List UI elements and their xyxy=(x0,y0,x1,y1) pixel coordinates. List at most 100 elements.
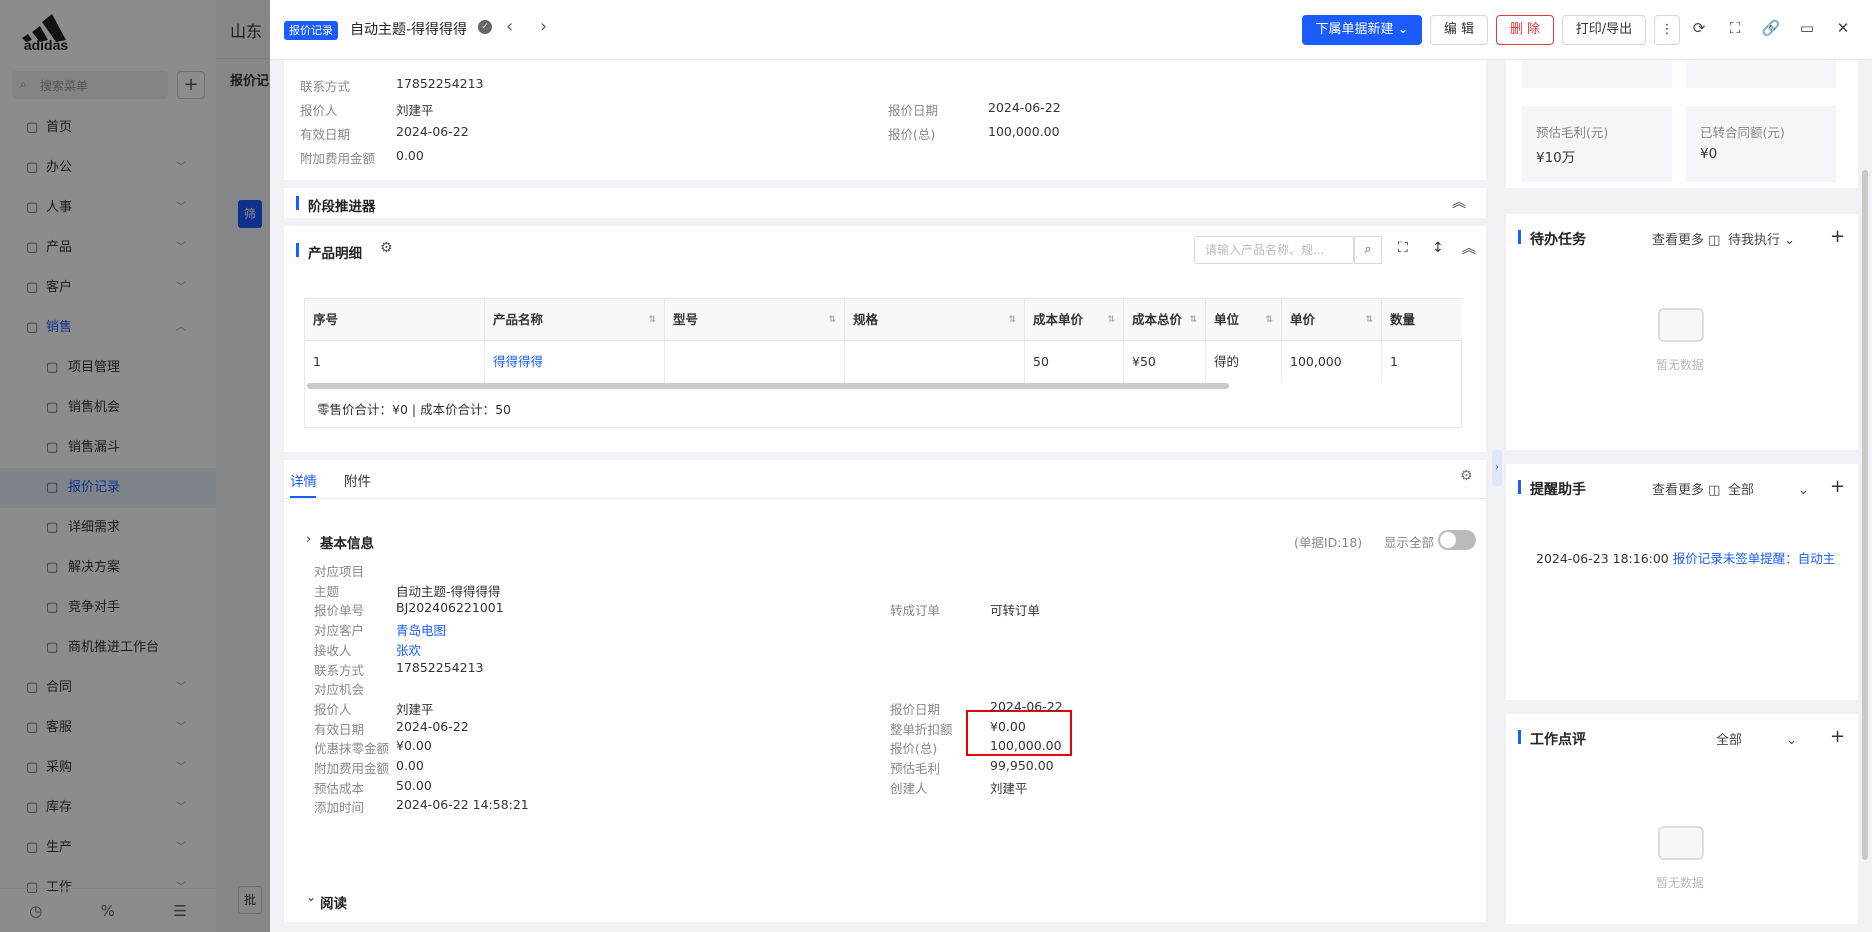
verified-icon: ✓ xyxy=(478,20,492,34)
tab-detail[interactable]: 详情 xyxy=(290,470,317,490)
empty-box-icon xyxy=(1658,826,1704,860)
reminder-item[interactable]: 2024-06-23 18:16:00 报价记录未签单提醒：自动主题... xyxy=(1536,548,1836,567)
layout-icon[interactable]: ▭ xyxy=(1796,19,1818,37)
field-value: 99,950.00 xyxy=(990,758,1054,773)
read-section-title[interactable]: 阅读 xyxy=(320,892,347,912)
table-hscrollbar[interactable] xyxy=(307,383,1229,389)
field-label: 对应项目 xyxy=(314,564,365,579)
prev-record-icon[interactable]: ‹ xyxy=(506,16,513,37)
show-all-toggle[interactable] xyxy=(1438,530,1476,550)
col-header: 成本总价 ⇅ xyxy=(1124,299,1206,341)
stats-card: 预估毛利(元) ¥10万 已转合同额(元) ¥0 xyxy=(1506,60,1858,188)
table-cell xyxy=(845,341,1025,383)
product-search-input[interactable]: 请输入产品名称、规... xyxy=(1194,236,1354,264)
field-value: 刘建平 xyxy=(990,780,1028,796)
table-cell: ¥50 xyxy=(1124,341,1206,383)
stage-card: 阶段推进器 ︽ xyxy=(284,188,1486,218)
chevron-right-icon[interactable]: › xyxy=(306,532,311,547)
field-label: 报价日期 xyxy=(890,701,941,717)
field-label: 对应机会 xyxy=(314,682,365,698)
expand-vertical-icon[interactable]: ↕ xyxy=(1432,240,1444,256)
collapse-up-icon[interactable]: ︽ xyxy=(1452,192,1466,212)
field-label: 有效日期 xyxy=(314,721,365,737)
col-header: 规格 ⇅ xyxy=(845,299,1025,341)
collapse-up-icon[interactable]: ︽ xyxy=(1462,238,1476,258)
col-header: 成本单价 ⇅ xyxy=(1025,299,1124,341)
print-export-button[interactable]: 打印/导出 xyxy=(1562,15,1646,45)
panel-scrollbar[interactable] xyxy=(1862,170,1868,860)
field-value: 50.00 xyxy=(396,777,432,793)
col-header: 产品名称 ⇅ xyxy=(485,299,665,341)
add-review-icon[interactable]: + xyxy=(1830,726,1845,747)
link-icon[interactable]: 🔗 xyxy=(1760,19,1782,37)
todo-card: 待办任务 查看更多 ◫ 待我执行 ⌄ + 暂无数据 xyxy=(1506,214,1858,450)
review-filter-select[interactable]: 全部 ⌄ xyxy=(1716,729,1797,748)
delete-button[interactable]: 删 除 xyxy=(1496,15,1554,45)
product-title: 产品明细 xyxy=(308,246,362,262)
product-table: 序号 产品名称 ⇅ 型号 ⇅ 规格 ⇅ 成本单价 ⇅ 成本总价 ⇅ 单位 ⇅ 单价 ⇅ 数量 … xyxy=(304,298,1462,428)
col-header: 单位 ⇅ xyxy=(1206,299,1282,341)
detail-card: 详情 附件 ⚙ › 基本信息 (单据ID:18) 显示全部 转成订单 可转订单 … xyxy=(284,460,1486,922)
col-header: 序号 xyxy=(305,299,485,341)
col-header: 数量 xyxy=(1382,299,1462,341)
field-value[interactable]: 张欢 xyxy=(396,640,421,659)
table-cell: 得的 xyxy=(1206,341,1282,383)
settings-icon[interactable]: ⚙ xyxy=(380,240,393,256)
field-label: 附加费用金额 xyxy=(314,761,390,776)
field-label: 优惠抹零金额 xyxy=(314,741,390,757)
table-cell: 100,000 xyxy=(1282,341,1382,383)
profit-value: ¥10万 xyxy=(1536,150,1576,166)
reminder-more-link[interactable]: 查看更多 ◫ xyxy=(1652,479,1720,498)
field-label: 创建人 xyxy=(890,780,928,796)
close-icon[interactable]: ✕ xyxy=(1832,19,1854,37)
field-label: 报价单号 xyxy=(314,603,365,619)
drawer-toolbar: 报价记录 自动主题-得得得得 ✓ ‹ › 下属单据新建 ⌄ 编 辑 删 除 打印… xyxy=(270,0,1872,60)
detail-drawer: 报价记录 自动主题-得得得得 ✓ ‹ › 下属单据新建 ⌄ 编 辑 删 除 打印… xyxy=(270,0,1872,932)
tab-attachment[interactable]: 附件 xyxy=(344,470,371,490)
record-type-tag: 报价记录 xyxy=(284,21,338,40)
field-value: 2024-06-22 xyxy=(396,718,469,734)
field-value: ¥0.00 xyxy=(396,738,432,754)
field-value: ¥0.00 xyxy=(990,718,1026,734)
field-label: 整单折扣额 xyxy=(890,721,953,737)
review-card: 工作点评 全部 ⌄ + 暂无数据 xyxy=(1506,714,1858,924)
more-icon[interactable]: ⋮ xyxy=(1654,15,1680,45)
field-label: 主题 xyxy=(314,583,340,599)
add-todo-icon[interactable]: + xyxy=(1830,226,1845,247)
field-label: 报价(总) xyxy=(890,741,938,757)
refresh-icon[interactable]: ⟳ xyxy=(1688,19,1710,37)
doc-id: (单据ID:18) xyxy=(1294,535,1363,550)
field-value: BJ202406221001 xyxy=(396,600,504,616)
add-reminder-icon[interactable]: + xyxy=(1830,476,1845,497)
product-link[interactable]: 得得得得 xyxy=(485,341,665,383)
search-icon[interactable]: ⌕ xyxy=(1354,236,1382,264)
record-title: 自动主题-得得得得 xyxy=(350,22,468,38)
basic-info-title[interactable]: 基本信息 xyxy=(320,532,374,552)
fullscreen-icon[interactable]: ⛶ xyxy=(1724,19,1746,37)
fullscreen-icon[interactable]: ⛶ xyxy=(1398,240,1408,256)
reminder-filter-select[interactable]: 全部 ⌄ xyxy=(1728,479,1809,498)
create-below-button[interactable]: 下属单据新建 ⌄ xyxy=(1302,15,1422,45)
field-value: 2024-06-22 xyxy=(990,698,1063,714)
field-label: 预估成本 xyxy=(314,780,365,796)
panel-splitter-handle[interactable]: › xyxy=(1492,450,1502,486)
field-label: 联系方式 xyxy=(314,662,365,678)
todo-filter-select[interactable]: 待我执行 ⌄ xyxy=(1728,229,1795,248)
field-label: 接收人 xyxy=(314,642,352,658)
settings-icon[interactable]: ⚙ xyxy=(1460,468,1473,484)
edit-button[interactable]: 编 辑 xyxy=(1430,15,1488,45)
table-cell: 50 xyxy=(1025,341,1124,383)
next-record-icon[interactable]: › xyxy=(540,16,547,37)
empty-box-icon xyxy=(1658,308,1704,342)
field-label: 对应客户 xyxy=(314,623,365,639)
field-label: 报价人 xyxy=(314,701,352,717)
table-cell: 1 xyxy=(1390,354,1398,369)
todo-more-link[interactable]: 查看更多 ◫ xyxy=(1652,229,1720,248)
field-value: 自动主题-得得得得 xyxy=(396,583,501,599)
product-summary: 零售价合计：¥0 | 成本价合计：50 xyxy=(317,402,511,417)
col-header: 单价 ⇅ xyxy=(1282,299,1382,341)
col-header: 型号 ⇅ xyxy=(665,299,845,341)
field-value[interactable]: 青岛电图 xyxy=(396,620,446,639)
field-label: 预估毛利 xyxy=(890,761,941,776)
chevron-down-icon[interactable]: ⌄ xyxy=(306,890,316,904)
